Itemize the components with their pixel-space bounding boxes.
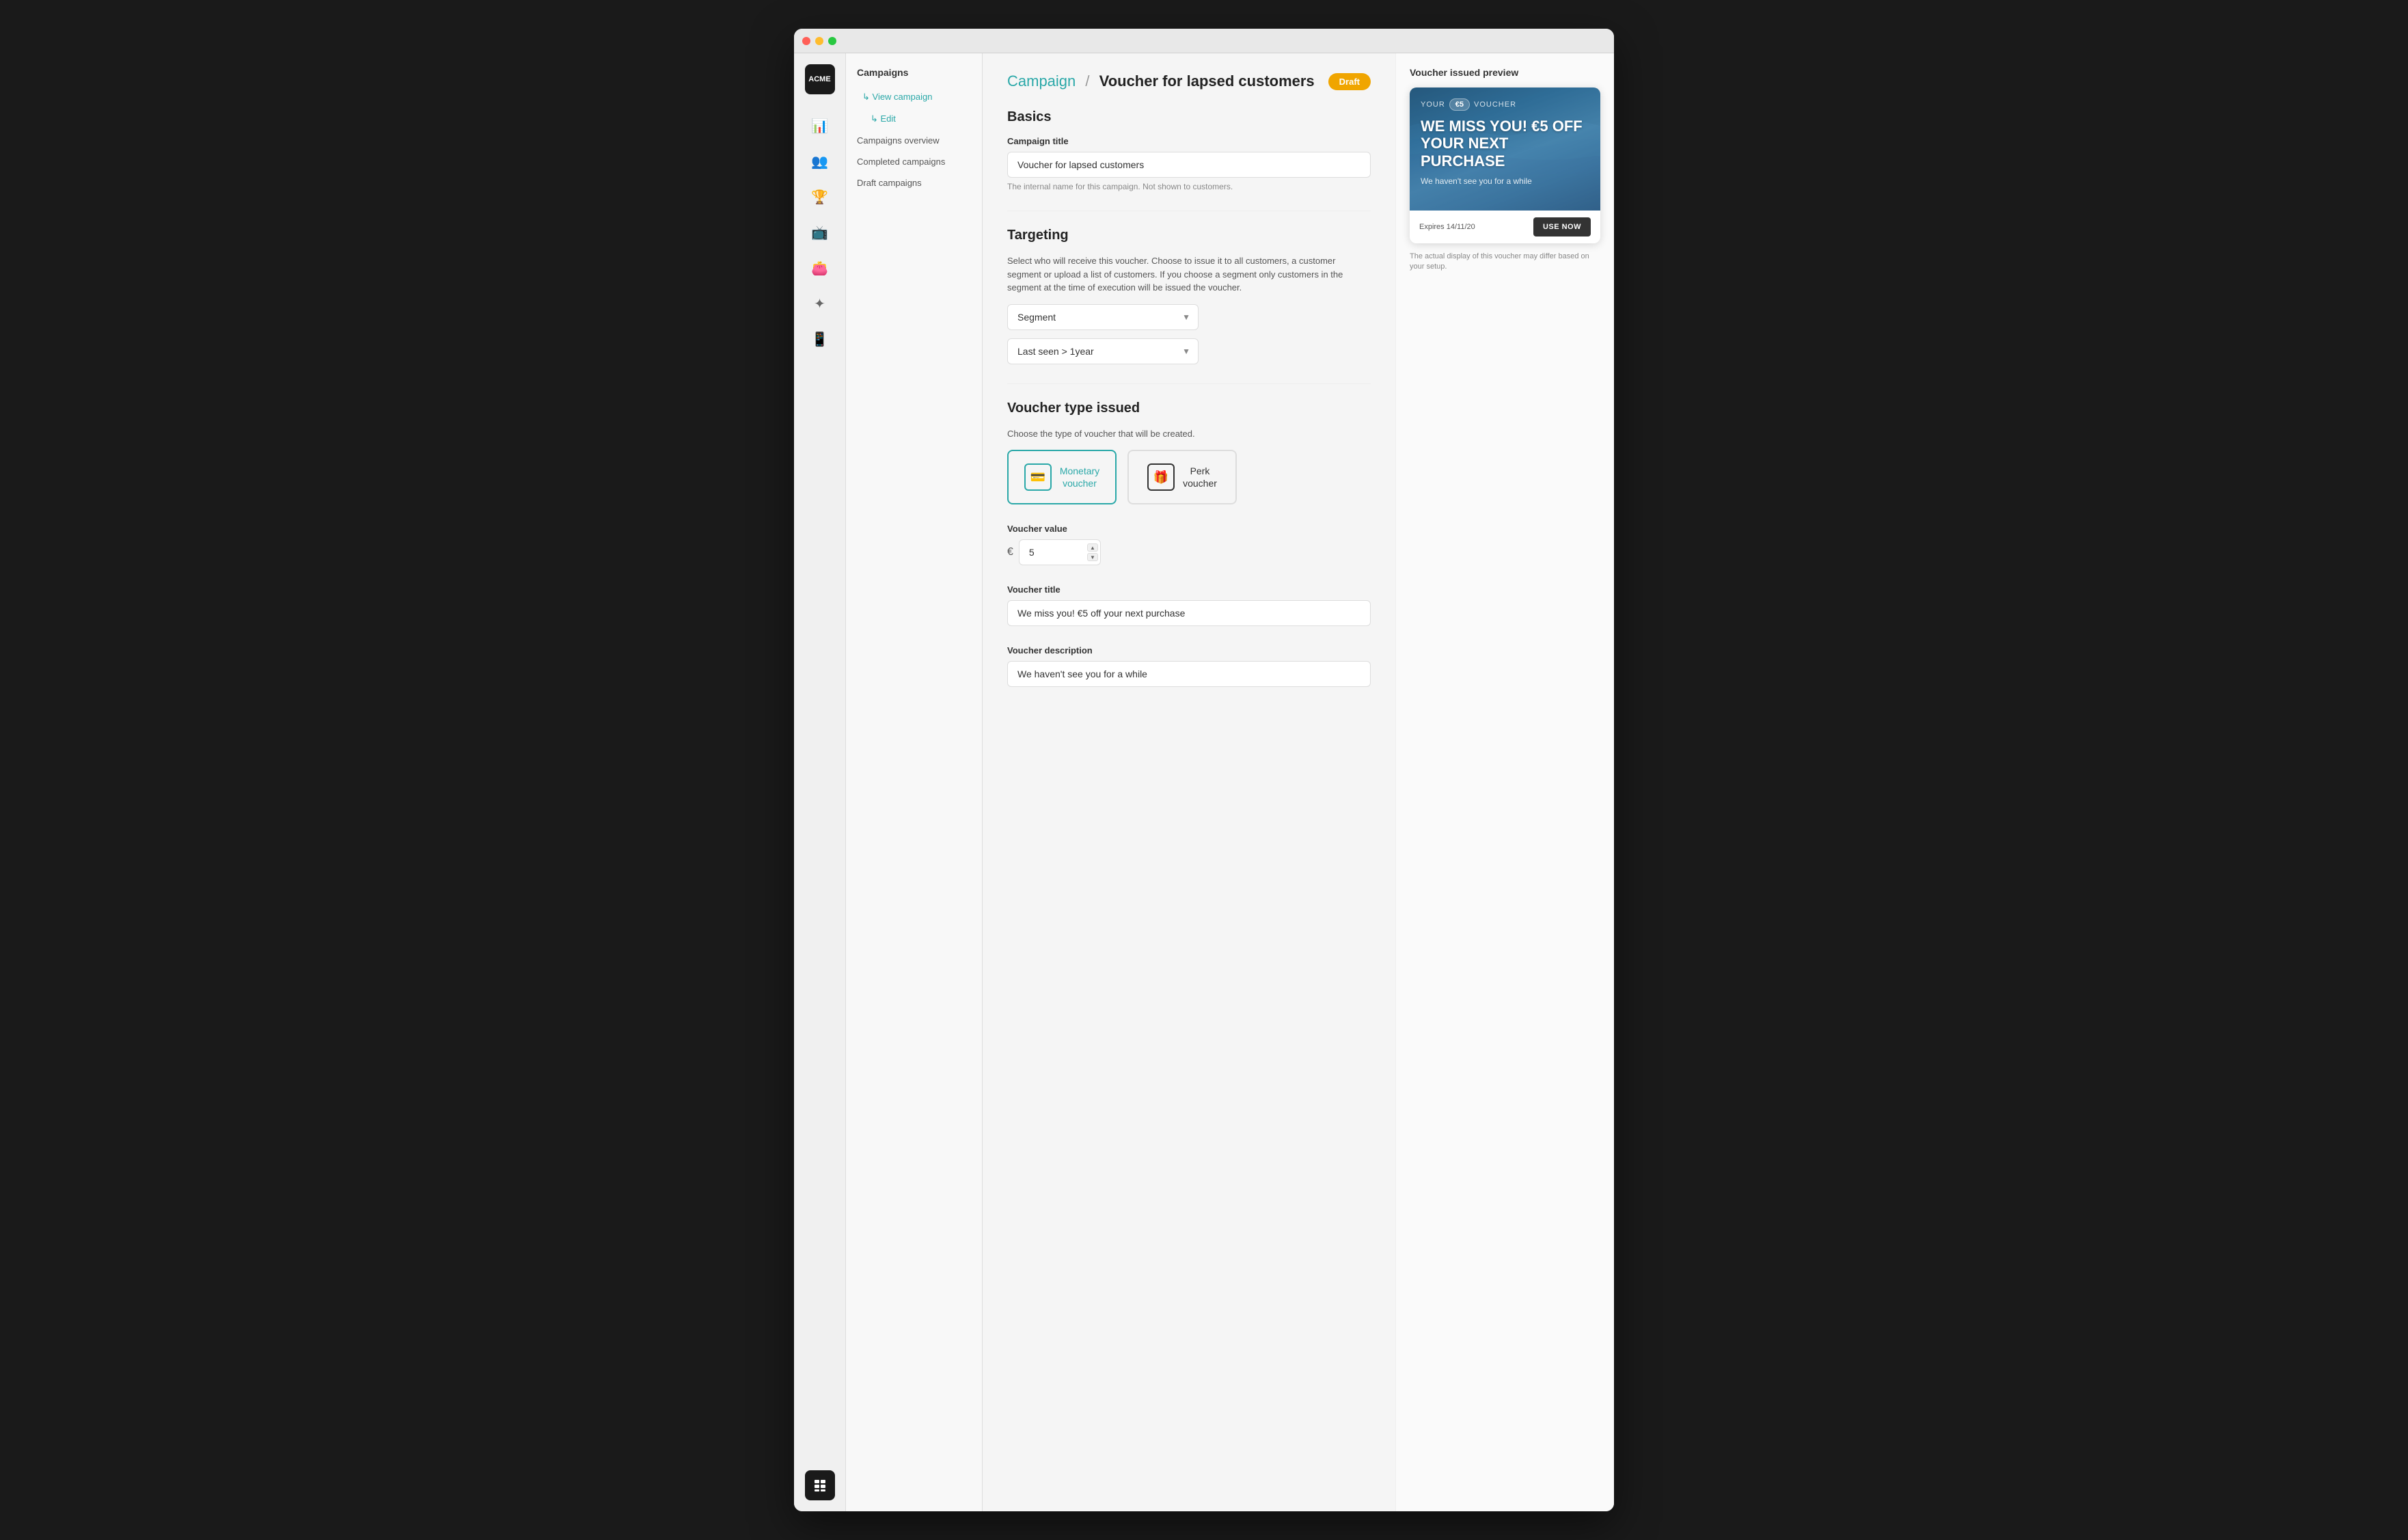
voucher-sub-text: We haven't see you for a while bbox=[1421, 176, 1589, 186]
perk-voucher-label: Perkvoucher bbox=[1183, 465, 1217, 489]
voucher-type-description: Choose the type of voucher that will be … bbox=[1007, 427, 1371, 441]
page-header: Campaign / Voucher for lapsed customers … bbox=[1007, 72, 1371, 90]
maximize-button[interactable] bbox=[828, 37, 836, 45]
decrement-button[interactable]: ▼ bbox=[1087, 553, 1098, 561]
mobile-nav-icon[interactable]: 📱 bbox=[805, 324, 835, 354]
main-content: Campaign / Voucher for lapsed customers … bbox=[983, 53, 1395, 1511]
voucher-value-label: Voucher value bbox=[1007, 524, 1371, 534]
logo: ACME bbox=[805, 64, 835, 94]
voucher-description-label: Voucher description bbox=[1007, 645, 1371, 656]
users-nav-icon[interactable]: 👥 bbox=[805, 146, 835, 176]
voucher-type-title: Voucher type issued bbox=[1007, 401, 1371, 416]
content-area: Campaign / Voucher for lapsed customers … bbox=[983, 53, 1614, 1511]
star-nav-icon[interactable]: ✦ bbox=[805, 288, 835, 319]
campaign-title-input[interactable] bbox=[1007, 152, 1371, 178]
use-now-button[interactable]: USE NOW bbox=[1533, 217, 1591, 237]
trophy-nav-icon[interactable]: 🏆 bbox=[805, 182, 835, 212]
voucher-type-section: Voucher type issued Choose the type of v… bbox=[1007, 401, 1371, 505]
minimize-button[interactable] bbox=[815, 37, 823, 45]
voucher-title-section: Voucher title bbox=[1007, 584, 1371, 626]
voucher-preview: YOUR €5 VOUCHER WE MISS YOU! €5 OFF YOUR… bbox=[1410, 87, 1600, 243]
perk-voucher-card[interactable]: 🎁 Perkvoucher bbox=[1127, 450, 1237, 504]
preview-title: Voucher issued preview bbox=[1410, 67, 1600, 78]
breadcrumb: Campaign / Voucher for lapsed customers bbox=[1007, 72, 1315, 90]
icon-sidebar: ACME 📊 👥 🏆 📺 👛 ✦ 📱 bbox=[794, 53, 846, 1511]
monetary-voucher-card[interactable]: 💳 Monetaryvoucher bbox=[1007, 450, 1117, 504]
voucher-description-section: Voucher description bbox=[1007, 645, 1371, 687]
app-window: ACME 📊 👥 🏆 📺 👛 ✦ 📱 bbox=[794, 29, 1614, 1511]
perk-voucher-icon: 🎁 bbox=[1147, 463, 1175, 491]
nav-section-title: Campaigns bbox=[846, 67, 982, 86]
voucher-preview-top: YOUR €5 VOUCHER WE MISS YOU! €5 OFF YOUR… bbox=[1410, 87, 1600, 211]
grid-nav-icon[interactable] bbox=[805, 1470, 835, 1500]
voucher-value-spinners: ▲ ▼ bbox=[1087, 543, 1098, 561]
breadcrumb-current: Voucher for lapsed customers bbox=[1099, 72, 1315, 90]
monetary-voucher-icon: 💳 bbox=[1024, 463, 1052, 491]
voucher-label-row: YOUR €5 VOUCHER bbox=[1421, 98, 1589, 111]
voucher-amount-badge: €5 bbox=[1449, 98, 1470, 111]
segment-select[interactable]: All customers Segment Upload list bbox=[1007, 304, 1199, 330]
sidebar-item-edit[interactable]: ↳ Edit bbox=[846, 108, 982, 130]
draft-badge: Draft bbox=[1328, 73, 1371, 90]
preview-panel: Voucher issued preview YOUR bbox=[1395, 53, 1614, 1511]
voucher-type-options: 💳 Monetaryvoucher 🎁 Perkvoucher bbox=[1007, 450, 1371, 504]
basics-title: Basics bbox=[1007, 109, 1371, 125]
sidebar-item-draft-campaigns[interactable]: Draft campaigns bbox=[846, 172, 982, 193]
sidebar-item-completed-campaigns[interactable]: Completed campaigns bbox=[846, 151, 982, 172]
voucher-title-input[interactable] bbox=[1007, 600, 1371, 626]
voucher-type-label: VOUCHER bbox=[1474, 100, 1516, 109]
voucher-your-label: YOUR bbox=[1421, 100, 1445, 109]
targeting-title: Targeting bbox=[1007, 228, 1371, 243]
campaign-title-label: Campaign title bbox=[1007, 136, 1371, 146]
voucher-preview-bottom: Expires 14/11/20 USE NOW bbox=[1410, 211, 1600, 243]
filter-select[interactable]: Last seen > 1year Last seen > 6months La… bbox=[1007, 338, 1199, 364]
close-button[interactable] bbox=[802, 37, 810, 45]
analytics-nav-icon[interactable]: 📊 bbox=[805, 111, 835, 141]
currency-symbol: € bbox=[1007, 546, 1013, 558]
preview-note: The actual display of this voucher may d… bbox=[1410, 252, 1600, 273]
increment-button[interactable]: ▲ bbox=[1087, 543, 1098, 552]
breadcrumb-link[interactable]: Campaign bbox=[1007, 72, 1076, 90]
voucher-value-section: Voucher value € ▲ ▼ bbox=[1007, 524, 1371, 565]
section-divider-2 bbox=[1007, 383, 1371, 384]
monetary-voucher-label: Monetaryvoucher bbox=[1060, 465, 1099, 489]
app-layout: ACME 📊 👥 🏆 📺 👛 ✦ 📱 bbox=[794, 53, 1614, 1511]
sidebar-item-view-campaign[interactable]: ↳ View campaign bbox=[846, 86, 982, 108]
campaign-title-hint: The internal name for this campaign. Not… bbox=[1007, 182, 1371, 191]
wallet-nav-icon[interactable]: 👛 bbox=[805, 253, 835, 283]
targeting-section: Targeting Select who will receive this v… bbox=[1007, 228, 1371, 364]
segment-select-wrapper: All customers Segment Upload list ▼ bbox=[1007, 304, 1199, 330]
voucher-title-label: Voucher title bbox=[1007, 584, 1371, 595]
voucher-description-input[interactable] bbox=[1007, 661, 1371, 687]
sidebar-item-campaigns-overview[interactable]: Campaigns overview bbox=[846, 130, 982, 151]
nav-sidebar: Campaigns ↳ View campaign ↳ Edit Campaig… bbox=[846, 53, 983, 1511]
voucher-main-text: WE MISS YOU! €5 OFF YOUR NEXT PURCHASE bbox=[1421, 118, 1589, 170]
voucher-expires: Expires 14/11/20 bbox=[1419, 223, 1475, 231]
basics-section: Basics Campaign title The internal name … bbox=[1007, 109, 1371, 191]
tv-nav-icon[interactable]: 📺 bbox=[805, 217, 835, 247]
voucher-value-row: € ▲ ▼ bbox=[1007, 539, 1371, 565]
voucher-value-input-wrapper: ▲ ▼ bbox=[1019, 539, 1101, 565]
targeting-description: Select who will receive this voucher. Ch… bbox=[1007, 254, 1371, 295]
breadcrumb-separator: / bbox=[1085, 72, 1089, 90]
filter-select-wrapper: Last seen > 1year Last seen > 6months La… bbox=[1007, 338, 1199, 364]
title-bar bbox=[794, 29, 1614, 53]
